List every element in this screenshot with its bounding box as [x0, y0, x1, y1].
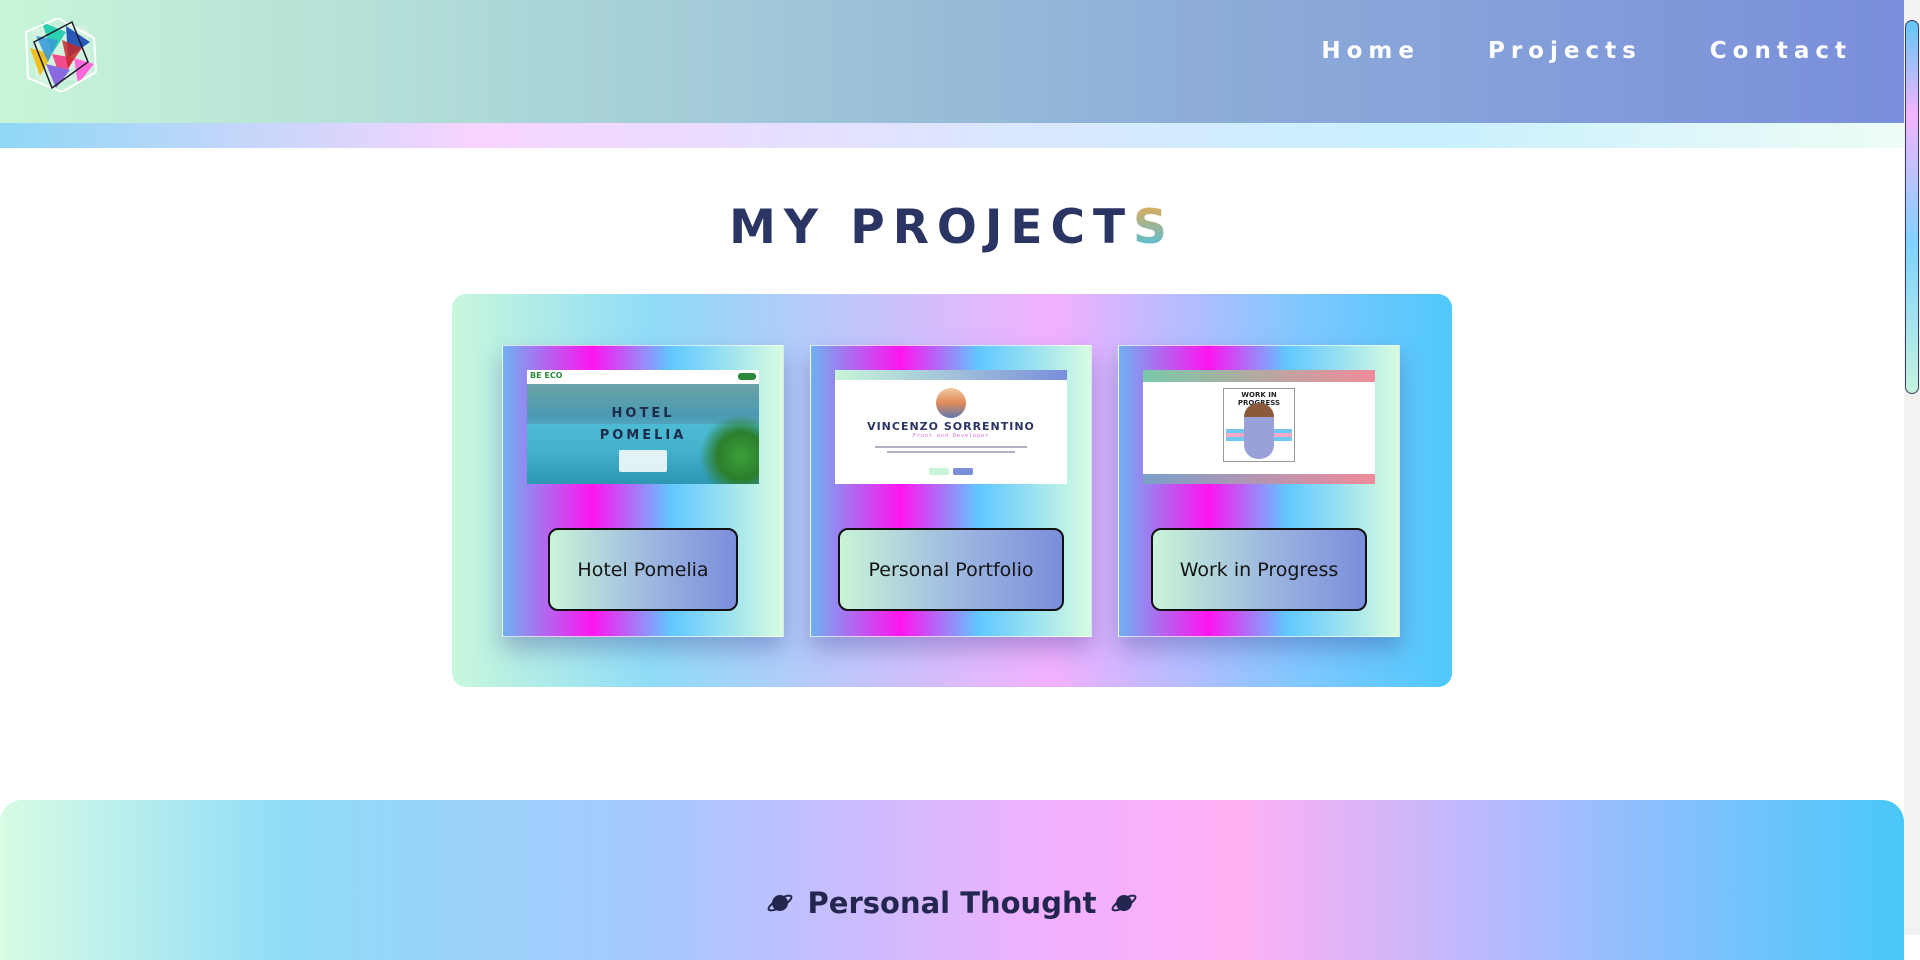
projects-panel: BE ECO HOTEL POMELIA Hotel Pomelia VINCE… [452, 294, 1452, 687]
projects-heading-main: MY PROJECT [729, 200, 1134, 255]
thumb-nav [1143, 370, 1375, 382]
thumb-hotel-title-line1: HOTEL [611, 406, 675, 421]
thumb-nav-button [738, 373, 756, 380]
thumb-text-line [887, 451, 1015, 453]
project-card-portfolio: VINCENZO SORRENTINO Front end Developer … [810, 345, 1092, 637]
leaves-image [699, 414, 759, 484]
personal-thought-section: Personal Thought [0, 800, 1904, 960]
nav-contact-link[interactable]: Contact [1710, 38, 1852, 64]
projects-heading-last-letter: S [1133, 200, 1175, 255]
main-nav: Home Projects Contact [1321, 38, 1852, 64]
personal-thought-title: Personal Thought [807, 886, 1097, 920]
hotel-pomelia-button[interactable]: Hotel Pomelia [548, 528, 738, 611]
geometric-logo-icon[interactable] [22, 18, 98, 92]
page-scrollbar[interactable] [1904, 0, 1920, 935]
personal-thought-heading: Personal Thought [0, 886, 1904, 920]
nav-projects-link[interactable]: Projects [1488, 38, 1642, 64]
project-card-wip: WORK IN PROGRESS Work in Progress [1118, 345, 1400, 637]
penguin-illustration [1244, 403, 1274, 459]
thumb-footer [1143, 474, 1375, 484]
personal-portfolio-thumbnail[interactable]: VINCENZO SORRENTINO Front end Developer [835, 370, 1067, 484]
thumb-nav: BE ECO [527, 370, 759, 384]
project-card-hotel: BE ECO HOTEL POMELIA Hotel Pomelia [502, 345, 784, 637]
thumb-text-line [875, 446, 1027, 448]
personal-portfolio-button[interactable]: Personal Portfolio [838, 528, 1064, 611]
thumb-button [929, 468, 949, 475]
header-gradient-stripe [0, 123, 1904, 148]
thumb-brand: BE ECO [530, 371, 563, 380]
thumb-nav [835, 370, 1067, 380]
planet-icon [767, 894, 792, 912]
scrollbar-thumb[interactable] [1905, 20, 1919, 394]
thumb-booking-form [619, 450, 667, 472]
wip-image-frame: WORK IN PROGRESS [1223, 388, 1295, 462]
thumb-hotel-title-line2: POMELIA [599, 428, 687, 443]
planet-icon [1112, 894, 1137, 912]
thumb-avatar [936, 388, 966, 418]
thumb-portfolio-name: VINCENZO SORRENTINO [867, 420, 1035, 433]
hotel-pomelia-thumbnail[interactable]: BE ECO HOTEL POMELIA [527, 370, 759, 484]
site-header: Home Projects Contact [0, 0, 1904, 123]
thumb-button [953, 468, 973, 475]
projects-heading: MY PROJECTS [0, 200, 1904, 255]
nav-home-link[interactable]: Home [1321, 38, 1420, 64]
thumb-portfolio-subtitle: Front end Developer [912, 433, 990, 439]
work-in-progress-button[interactable]: Work in Progress [1151, 528, 1367, 611]
work-in-progress-thumbnail[interactable]: WORK IN PROGRESS [1143, 370, 1375, 484]
